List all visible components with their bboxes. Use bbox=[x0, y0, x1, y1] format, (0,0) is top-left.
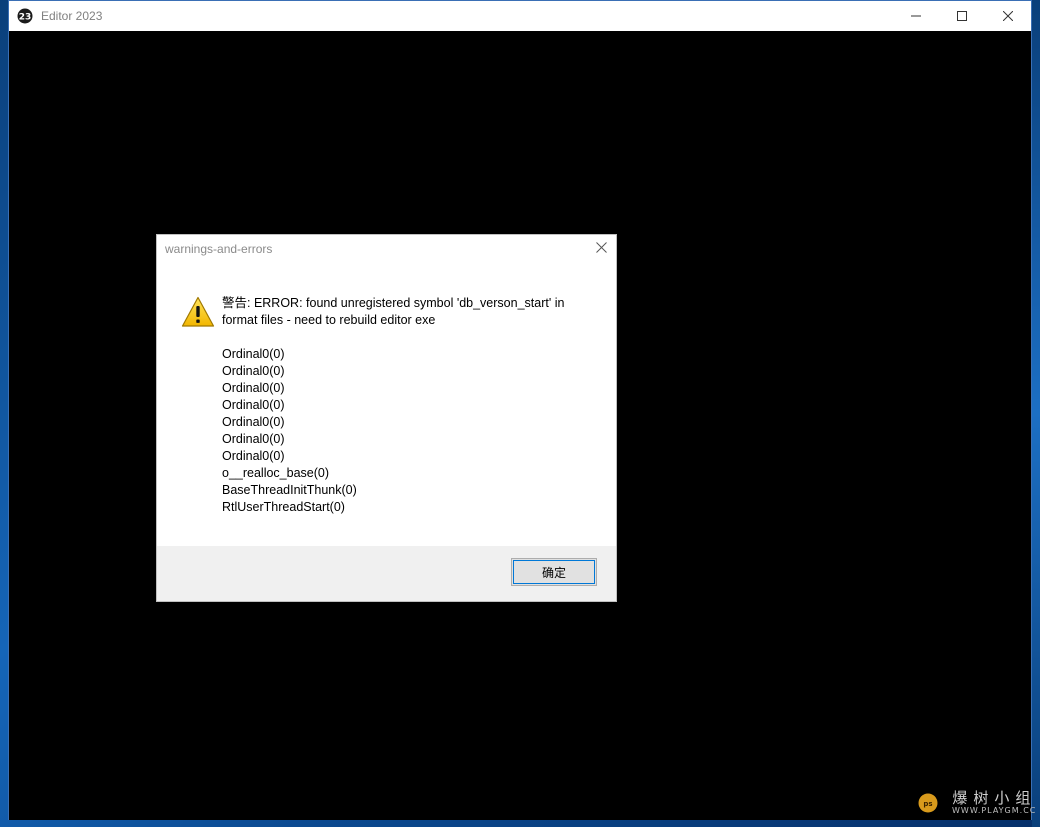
dialog-message: 警告: ERROR: found unregistered symbol 'db… bbox=[222, 295, 592, 516]
editor-logo-icon: 23 bbox=[17, 8, 33, 24]
maximize-button[interactable] bbox=[939, 1, 985, 31]
close-icon bbox=[595, 240, 607, 258]
ok-button[interactable]: 确定 bbox=[511, 558, 597, 586]
message-line-2: format files - need to rebuild editor ex… bbox=[222, 313, 436, 327]
dialog-title: warnings-and-errors bbox=[165, 242, 273, 256]
warnings-dialog: warnings-and-errors 警告: ERROR: found unr… bbox=[157, 235, 616, 601]
window-title: Editor 2023 bbox=[41, 9, 103, 23]
minimize-icon bbox=[911, 11, 921, 21]
trace-line: Ordinal0(0) bbox=[222, 347, 285, 361]
close-icon bbox=[1003, 11, 1013, 21]
trace-line: Ordinal0(0) bbox=[222, 381, 285, 395]
watermark-text-en: WWW.PLAYGM.CC bbox=[952, 806, 1037, 815]
trace-line: Ordinal0(0) bbox=[222, 449, 285, 463]
trace-line: Ordinal0(0) bbox=[222, 398, 285, 412]
trace-line: Ordinal0(0) bbox=[222, 432, 285, 446]
trace-line: Ordinal0(0) bbox=[222, 415, 285, 429]
desktop-background-edge bbox=[1032, 0, 1040, 827]
message-line-1: 警告: ERROR: found unregistered symbol 'db… bbox=[222, 296, 565, 310]
dialog-footer: 确定 bbox=[157, 546, 616, 601]
dialog-close-button[interactable] bbox=[592, 240, 610, 258]
trace-line: BaseThreadInitThunk(0) bbox=[222, 483, 357, 497]
stack-trace: Ordinal0(0) Ordinal0(0) Ordinal0(0) Ordi… bbox=[222, 346, 592, 516]
watermark-text-cn: 爆树小组 bbox=[952, 789, 1037, 807]
title-bar[interactable]: 23 Editor 2023 bbox=[9, 1, 1031, 31]
svg-text:23: 23 bbox=[19, 13, 32, 23]
close-button[interactable] bbox=[985, 1, 1031, 31]
trace-line: RtlUserThreadStart(0) bbox=[222, 500, 345, 514]
warning-icon bbox=[181, 296, 215, 328]
maximize-icon bbox=[957, 11, 967, 21]
watermark-logo-icon: ps bbox=[918, 793, 938, 813]
trace-line: o__realloc_base(0) bbox=[222, 466, 330, 480]
trace-line: Ordinal0(0) bbox=[222, 364, 285, 378]
site-watermark: ps 爆树小组 WWW.PLAYGM.CC bbox=[918, 790, 1036, 816]
svg-text:ps: ps bbox=[923, 800, 932, 808]
minimize-button[interactable] bbox=[893, 1, 939, 31]
window-controls bbox=[893, 1, 1031, 31]
